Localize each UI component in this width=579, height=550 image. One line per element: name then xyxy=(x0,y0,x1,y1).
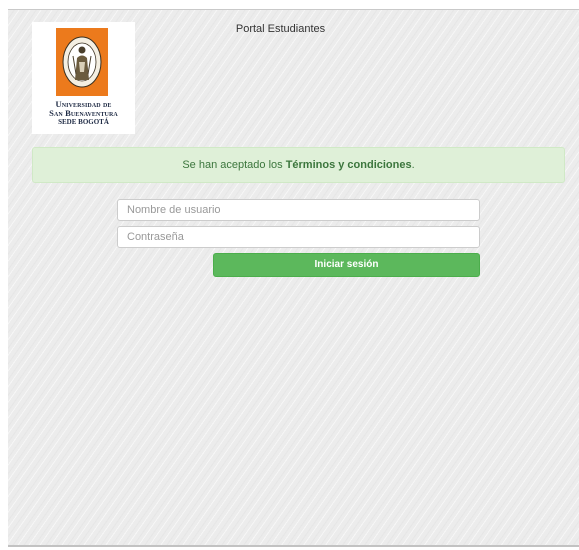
university-name: Universidad de San Buenaventura SEDE BOG… xyxy=(32,100,135,127)
username-input[interactable] xyxy=(117,199,480,221)
university-logo: Universidad de San Buenaventura SEDE BOG… xyxy=(32,22,135,134)
logo-text-line2: San Buenaventura xyxy=(49,108,118,118)
university-seal-icon xyxy=(56,28,108,96)
terms-link[interactable]: Términos y condiciones xyxy=(286,159,412,171)
terms-accepted-alert: Se han aceptado los Términos y condicion… xyxy=(32,147,565,183)
logo-text-line3: SEDE BOGOTÁ xyxy=(58,118,109,126)
page-title: Portal Estudiantes xyxy=(235,23,326,35)
alert-suffix-text: . xyxy=(411,159,415,171)
page-frame: Universidad de San Buenaventura SEDE BOG… xyxy=(8,9,579,547)
alert-prefix-text: Se han aceptado los xyxy=(182,159,286,171)
login-button[interactable]: Iniciar sesión xyxy=(213,253,480,277)
password-input[interactable] xyxy=(117,226,480,248)
